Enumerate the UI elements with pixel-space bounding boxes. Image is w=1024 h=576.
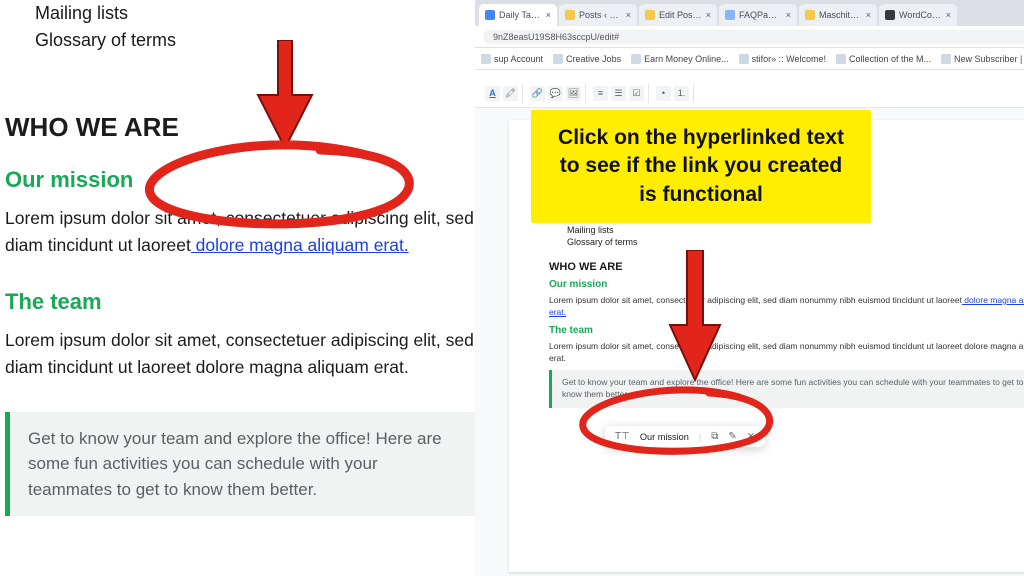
mini-page-title: WHO WE ARE xyxy=(549,261,1024,273)
browser-tab[interactable]: Posts ‹ Masch...× xyxy=(559,4,637,26)
numbered-list-icon[interactable]: 1. xyxy=(674,86,689,101)
bookmark-hyperlink[interactable]: dolore magna aliquam erat. xyxy=(191,235,409,255)
browser-tab[interactable]: FAQPage JSO...× xyxy=(719,4,797,26)
bookmark-item[interactable]: Earn Money Online... xyxy=(631,54,729,64)
mini-mission-text: Lorem ipsum dolor sit amet, consectetuer… xyxy=(549,295,962,305)
bookmark-item[interactable]: sup Account xyxy=(481,54,543,64)
docs-toolbar: A 🖍 🔗 💬 🖼 ≡ ☰ ☑ • 1. xyxy=(475,70,1024,108)
team-paragraph: Lorem ipsum dolor sit amet, consectetuer… xyxy=(5,327,475,381)
bookmark-favicon xyxy=(631,54,641,64)
tab-strip: Daily Task Su...×Posts ‹ Masch...×Edit P… xyxy=(475,0,1024,26)
toc-row[interactable]: Mailing lists2 xyxy=(549,224,1024,236)
url-text: 9nZ8easU19S8H63sccpU/edit# xyxy=(483,30,1024,44)
toc-item: Mailing lists xyxy=(5,0,475,27)
left-doc-panel: Mailing lists Glossary of terms WHO WE A… xyxy=(0,0,475,576)
toc-item: Glossary of terms xyxy=(5,27,475,54)
mission-heading: Our mission xyxy=(5,167,475,193)
mini-mission-paragraph: Lorem ipsum dolor sit amet, consectetuer… xyxy=(549,294,1024,319)
bookmark-item[interactable]: Creative Jobs xyxy=(553,54,621,64)
mini-team-heading: The team xyxy=(549,325,1024,336)
close-icon[interactable]: × xyxy=(706,10,711,20)
mini-team-paragraph: Lorem ipsum dolor sit amet, consectetuer… xyxy=(549,340,1024,365)
bookmark-favicon xyxy=(941,54,951,64)
browser-tab[interactable]: Daily Task Su...× xyxy=(479,4,557,26)
doc-canvas: The team1PRODUCT & PROCESS2Project Proce… xyxy=(475,108,1024,576)
team-heading: The team xyxy=(5,289,475,315)
callout-box: Get to know your team and explore the of… xyxy=(5,412,475,517)
close-icon[interactable]: × xyxy=(786,10,791,20)
bookmark-favicon xyxy=(836,54,846,64)
hyperlink-popup[interactable]: T⊤ Our mission | ⧉ ✎ ⨯ xyxy=(605,426,765,447)
address-bar[interactable]: 9nZ8easU19S8H63sccpU/edit# xyxy=(475,26,1024,48)
close-icon[interactable]: × xyxy=(866,10,871,20)
mini-callout: Get to know your team and explore the of… xyxy=(549,370,1024,408)
line-spacing-icon[interactable]: ☰ xyxy=(611,86,626,101)
underline-icon[interactable]: A xyxy=(485,86,500,101)
close-icon[interactable]: × xyxy=(946,10,951,20)
bookmark-favicon xyxy=(481,54,491,64)
bookmark-item[interactable]: Collection of the M... xyxy=(836,54,931,64)
bookmark-bar: sup Account Creative Jobs Earn Money Onlin… xyxy=(475,48,1024,70)
bookmark-item[interactable]: stifor» :: Welcome! xyxy=(739,54,826,64)
bookmark-favicon xyxy=(739,54,749,64)
copy-link-icon[interactable]: ⧉ xyxy=(711,431,718,442)
toc-row[interactable]: Glossary of terms2 xyxy=(549,236,1024,248)
page-title: WHO WE ARE xyxy=(5,112,475,143)
red-arrow-icon xyxy=(665,250,725,382)
comment-icon[interactable]: 💬 xyxy=(548,86,563,101)
checklist-icon[interactable]: ☑ xyxy=(629,86,644,101)
close-icon[interactable]: × xyxy=(546,10,551,20)
remove-link-icon[interactable]: ⨯ xyxy=(747,431,755,442)
right-browser-panel: Daily Task Su...×Posts ‹ Masch...×Edit P… xyxy=(475,0,1024,576)
highlight-icon[interactable]: 🖍 xyxy=(503,86,518,101)
close-icon[interactable]: × xyxy=(626,10,631,20)
red-arrow-icon xyxy=(250,40,320,150)
browser-tab[interactable]: Edit Post "Ho...× xyxy=(639,4,717,26)
edit-link-icon[interactable]: ✎ xyxy=(728,431,736,442)
bookmark-favicon xyxy=(553,54,563,64)
instruction-callout: Click on the hyperlinked text to see if … xyxy=(531,110,871,223)
text-icon: T⊤ xyxy=(615,431,630,442)
insert-link-icon[interactable]: 🔗 xyxy=(530,86,545,101)
popup-link-target[interactable]: Our mission xyxy=(640,432,689,442)
browser-tab[interactable]: Maschituts —...× xyxy=(799,4,877,26)
bullet-list-icon[interactable]: • xyxy=(656,86,671,101)
align-left-icon[interactable]: ≡ xyxy=(593,86,608,101)
bookmark-item[interactable]: New Subscriber | Al... xyxy=(941,54,1024,64)
browser-tab[interactable]: WordCounter...× xyxy=(879,4,957,26)
mini-mission-heading: Our mission xyxy=(549,279,1024,290)
mission-paragraph: Lorem ipsum dolor sit amet, consectetuer… xyxy=(5,205,475,259)
insert-image-icon[interactable]: 🖼 xyxy=(566,86,581,101)
